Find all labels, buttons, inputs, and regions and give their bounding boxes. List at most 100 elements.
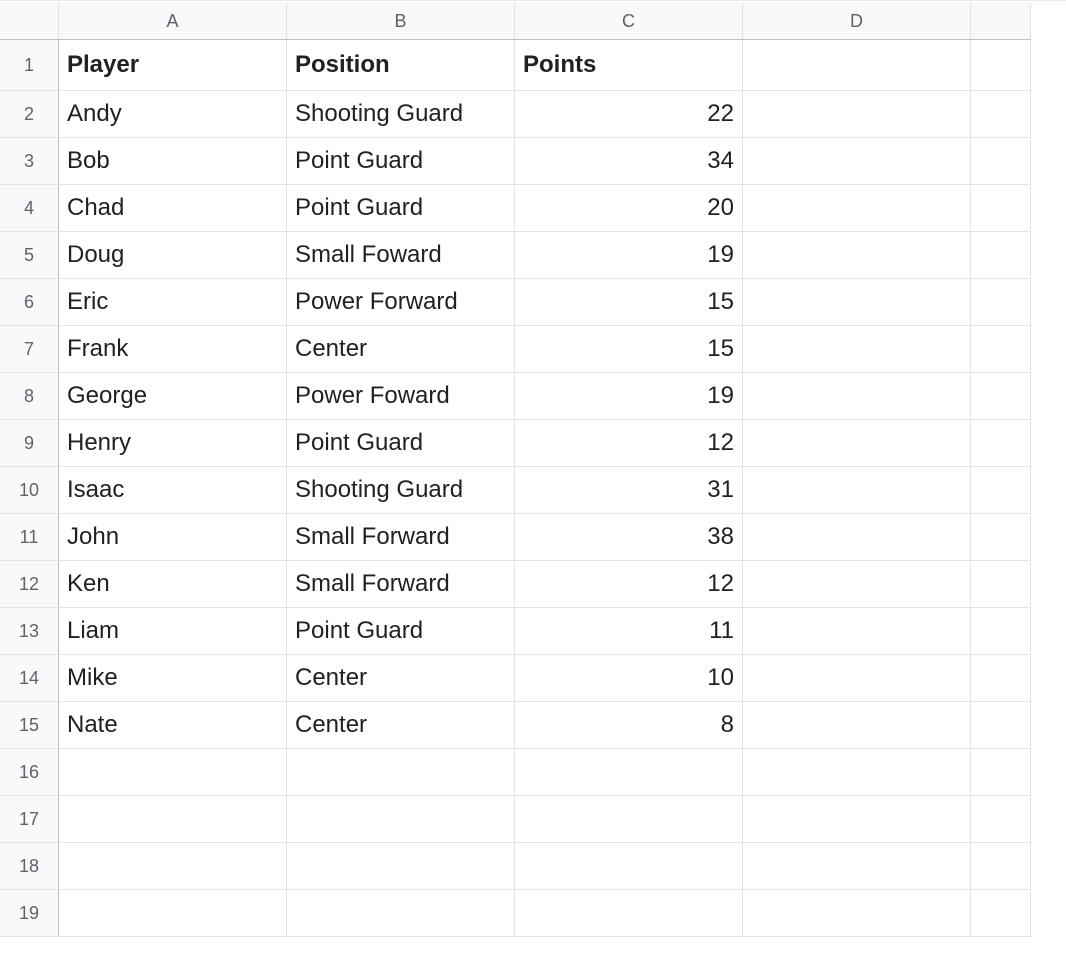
row-header-17[interactable]: 17 [0, 796, 59, 843]
column-header-D[interactable]: D [743, 3, 971, 40]
cell-E15[interactable] [971, 702, 1031, 749]
cell-B18[interactable] [287, 843, 515, 890]
cell-D9[interactable] [743, 420, 971, 467]
cell-E14[interactable] [971, 655, 1031, 702]
cell-D2[interactable] [743, 91, 971, 138]
column-header-A[interactable]: A [59, 3, 287, 40]
cell-B7[interactable]: Center [287, 326, 515, 373]
cell-E16[interactable] [971, 749, 1031, 796]
cell-D8[interactable] [743, 373, 971, 420]
cell-D11[interactable] [743, 514, 971, 561]
cell-A12[interactable]: Ken [59, 561, 287, 608]
cell-C18[interactable] [515, 843, 743, 890]
cell-A16[interactable] [59, 749, 287, 796]
cell-B13[interactable]: Point Guard [287, 608, 515, 655]
cell-E5[interactable] [971, 232, 1031, 279]
cell-C6[interactable]: 15 [515, 279, 743, 326]
cell-B16[interactable] [287, 749, 515, 796]
cell-E17[interactable] [971, 796, 1031, 843]
row-header-19[interactable]: 19 [0, 890, 59, 937]
cell-E2[interactable] [971, 91, 1031, 138]
cell-C10[interactable]: 31 [515, 467, 743, 514]
cell-C8[interactable]: 19 [515, 373, 743, 420]
cell-D15[interactable] [743, 702, 971, 749]
cell-B2[interactable]: Shooting Guard [287, 91, 515, 138]
cell-E7[interactable] [971, 326, 1031, 373]
row-header-15[interactable]: 15 [0, 702, 59, 749]
cell-C16[interactable] [515, 749, 743, 796]
row-header-10[interactable]: 10 [0, 467, 59, 514]
cell-B14[interactable]: Center [287, 655, 515, 702]
row-header-12[interactable]: 12 [0, 561, 59, 608]
cell-E8[interactable] [971, 373, 1031, 420]
cell-E18[interactable] [971, 843, 1031, 890]
cell-A1[interactable]: Player [59, 40, 287, 91]
row-header-6[interactable]: 6 [0, 279, 59, 326]
cell-B17[interactable] [287, 796, 515, 843]
cell-A2[interactable]: Andy [59, 91, 287, 138]
row-header-5[interactable]: 5 [0, 232, 59, 279]
cell-D14[interactable] [743, 655, 971, 702]
cell-D1[interactable] [743, 40, 971, 91]
cell-A3[interactable]: Bob [59, 138, 287, 185]
cell-A15[interactable]: Nate [59, 702, 287, 749]
cell-B6[interactable]: Power Forward [287, 279, 515, 326]
cell-A4[interactable]: Chad [59, 185, 287, 232]
cell-B4[interactable]: Point Guard [287, 185, 515, 232]
row-header-3[interactable]: 3 [0, 138, 59, 185]
cell-C14[interactable]: 10 [515, 655, 743, 702]
row-header-9[interactable]: 9 [0, 420, 59, 467]
cell-A5[interactable]: Doug [59, 232, 287, 279]
cell-D12[interactable] [743, 561, 971, 608]
cell-D7[interactable] [743, 326, 971, 373]
cell-C15[interactable]: 8 [515, 702, 743, 749]
cell-C13[interactable]: 11 [515, 608, 743, 655]
cell-D17[interactable] [743, 796, 971, 843]
row-header-7[interactable]: 7 [0, 326, 59, 373]
cell-D6[interactable] [743, 279, 971, 326]
cell-E12[interactable] [971, 561, 1031, 608]
row-header-2[interactable]: 2 [0, 91, 59, 138]
cell-A13[interactable]: Liam [59, 608, 287, 655]
cell-E19[interactable] [971, 890, 1031, 937]
row-header-1[interactable]: 1 [0, 40, 59, 91]
row-header-16[interactable]: 16 [0, 749, 59, 796]
cell-C11[interactable]: 38 [515, 514, 743, 561]
cell-B19[interactable] [287, 890, 515, 937]
cell-B12[interactable]: Small Forward [287, 561, 515, 608]
cell-A19[interactable] [59, 890, 287, 937]
column-header-B[interactable]: B [287, 3, 515, 40]
cell-B9[interactable]: Point Guard [287, 420, 515, 467]
cell-E13[interactable] [971, 608, 1031, 655]
cell-E1[interactable] [971, 40, 1031, 91]
cell-D16[interactable] [743, 749, 971, 796]
cell-B10[interactable]: Shooting Guard [287, 467, 515, 514]
column-header-E-partial[interactable] [971, 3, 1031, 40]
cell-D3[interactable] [743, 138, 971, 185]
cell-C9[interactable]: 12 [515, 420, 743, 467]
cell-E11[interactable] [971, 514, 1031, 561]
cell-E6[interactable] [971, 279, 1031, 326]
cell-C4[interactable]: 20 [515, 185, 743, 232]
cell-A9[interactable]: Henry [59, 420, 287, 467]
cell-D19[interactable] [743, 890, 971, 937]
cell-D13[interactable] [743, 608, 971, 655]
cell-C2[interactable]: 22 [515, 91, 743, 138]
cell-D5[interactable] [743, 232, 971, 279]
cell-C19[interactable] [515, 890, 743, 937]
row-header-18[interactable]: 18 [0, 843, 59, 890]
spreadsheet-grid[interactable]: A B C D 1 Player Position Points 2 Andy … [0, 3, 1031, 937]
row-header-13[interactable]: 13 [0, 608, 59, 655]
row-header-14[interactable]: 14 [0, 655, 59, 702]
cell-A11[interactable]: John [59, 514, 287, 561]
cell-E9[interactable] [971, 420, 1031, 467]
cell-B3[interactable]: Point Guard [287, 138, 515, 185]
row-header-8[interactable]: 8 [0, 373, 59, 420]
column-header-C[interactable]: C [515, 3, 743, 40]
cell-B11[interactable]: Small Forward [287, 514, 515, 561]
cell-E4[interactable] [971, 185, 1031, 232]
row-header-4[interactable]: 4 [0, 185, 59, 232]
cell-C12[interactable]: 12 [515, 561, 743, 608]
cell-B5[interactable]: Small Foward [287, 232, 515, 279]
cell-B15[interactable]: Center [287, 702, 515, 749]
